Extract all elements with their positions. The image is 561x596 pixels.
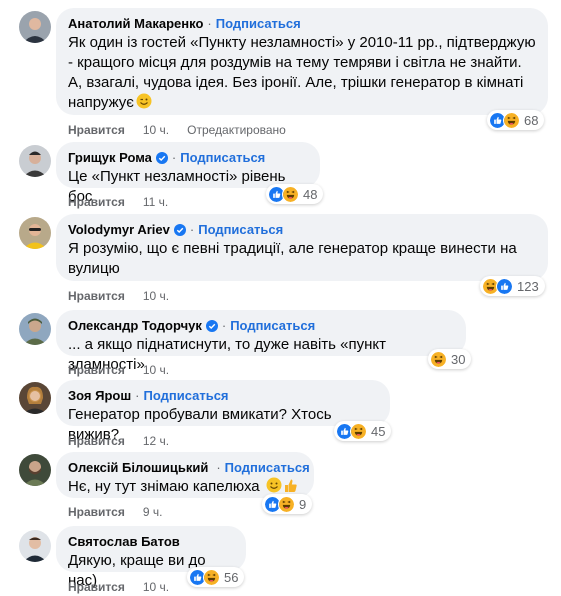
follow-button[interactable]: Подписаться (180, 150, 265, 165)
comment-actions: Нравится 10 ч. Отредактировано (68, 123, 286, 137)
haha-reaction-icon (430, 350, 447, 368)
comment-timestamp[interactable]: 11 ч. (143, 195, 168, 209)
comment-actions: Нравится 10 ч. (68, 580, 169, 594)
comment-bubble: Анатолий Макаренко · Подписаться Як один… (56, 8, 548, 115)
separator-dot: · (171, 150, 177, 165)
reaction-count: 45 (371, 423, 386, 439)
reaction-count: 68 (524, 112, 539, 128)
avatar[interactable] (19, 217, 51, 249)
verified-badge-icon (155, 151, 168, 164)
like-button[interactable]: Нравится (68, 363, 125, 377)
comment-timestamp[interactable]: 10 ч. (143, 289, 169, 303)
comment-timestamp[interactable]: 12 ч. (143, 434, 169, 448)
comment-bubble: Грищук Рома · Подписаться Це «Пункт незл… (56, 142, 320, 205)
comment-author[interactable]: Грищук Рома (68, 150, 152, 165)
haha-reaction-icon (203, 568, 220, 586)
reaction-count: 9 (299, 496, 307, 512)
reactions-summary[interactable]: 123 (480, 276, 545, 296)
comment-timestamp[interactable]: 10 ч. (143, 363, 169, 377)
comment-actions: Нравится 10 ч. (68, 363, 169, 377)
avatar[interactable] (19, 11, 51, 43)
comment-author[interactable]: Святослав Батов (68, 534, 180, 549)
separator-dot: · (207, 16, 212, 31)
haha-reaction-icon (350, 422, 367, 440)
reactions-summary[interactable]: 56 (187, 567, 245, 587)
reactions-summary[interactable]: 45 (334, 421, 392, 441)
like-button[interactable]: Нравится (68, 123, 125, 137)
separator-dot: · (221, 318, 227, 333)
separator-dot: · (135, 388, 140, 403)
comment-author[interactable]: Зоя Ярош (68, 388, 131, 403)
reaction-count: 123 (517, 278, 539, 294)
reaction-count: 56 (224, 569, 239, 585)
comment-timestamp[interactable]: 9 ч. (143, 505, 163, 519)
follow-button[interactable]: Подписаться (216, 16, 301, 31)
comment-timestamp[interactable]: 10 ч. (143, 123, 169, 137)
comment-timestamp[interactable]: 10 ч. (143, 580, 169, 594)
wink-smile-emoji (136, 93, 152, 109)
comment-bubble: Зоя Ярош · Подписаться Генератор пробува… (56, 380, 390, 443)
comment-actions: Нравится 10 ч. (68, 289, 169, 303)
reactions-summary[interactable]: 30 (428, 349, 472, 369)
avatar[interactable] (19, 145, 51, 177)
follow-button[interactable]: Подписаться (198, 222, 283, 237)
comment-text: Як один із гостей «Пункту незламності» у… (68, 34, 536, 111)
avatar[interactable] (19, 454, 51, 486)
comment-bubble: Volodymyr Ariev · Подписаться Я розумію,… (56, 214, 548, 281)
haha-reaction-icon (282, 185, 299, 203)
comment-author[interactable]: Анатолий Макаренко (68, 16, 203, 31)
smile-thumbs-up-emoji (266, 477, 297, 493)
verified-badge-icon (205, 319, 218, 332)
comment-bubble: Олексій Білошицький · Подписаться Нє, ну… (56, 452, 314, 498)
like-button[interactable]: Нравится (68, 434, 125, 448)
avatar[interactable] (19, 313, 51, 345)
comment-author[interactable]: Олексій Білошицький (68, 460, 208, 475)
like-button[interactable]: Нравится (68, 505, 125, 519)
avatar[interactable] (19, 530, 51, 562)
like-button[interactable]: Нравится (68, 289, 125, 303)
follow-button[interactable]: Подписаться (225, 460, 310, 475)
comment-actions: Нравится 12 ч. (68, 434, 169, 448)
like-reaction-icon (496, 277, 513, 295)
like-button[interactable]: Нравится (68, 195, 125, 209)
like-button[interactable]: Нравится (68, 580, 125, 594)
haha-reaction-icon (503, 111, 520, 129)
reactions-summary[interactable]: 48 (266, 184, 324, 204)
reactions-summary[interactable]: 68 (487, 110, 545, 130)
separator-dot: · (189, 222, 195, 237)
reaction-count: 48 (303, 186, 318, 202)
comment-author[interactable]: Олександр Тодорчук (68, 318, 202, 333)
reactions-summary[interactable]: 9 (262, 494, 313, 514)
comment-bubble: Олександр Тодорчук · Подписаться ... а я… (56, 310, 466, 373)
haha-reaction-icon (278, 495, 295, 513)
comment-text: Я розумію, що є певні традиції, але гене… (68, 240, 517, 277)
comment-author[interactable]: Volodymyr Ariev (68, 222, 170, 237)
follow-button[interactable]: Подписаться (230, 318, 315, 333)
separator-dot: · (216, 460, 221, 475)
verified-badge-icon (173, 223, 186, 236)
reaction-count: 30 (451, 351, 466, 367)
comment-bubble: Святослав Батов Дякую, краще ви до нас) (56, 526, 246, 589)
edited-label[interactable]: Отредактировано (187, 123, 286, 137)
comment-actions: Нравится 11 ч. (68, 195, 168, 209)
comment-actions: Нравится 9 ч. (68, 505, 162, 519)
avatar[interactable] (19, 382, 51, 414)
follow-button[interactable]: Подписаться (144, 388, 229, 403)
